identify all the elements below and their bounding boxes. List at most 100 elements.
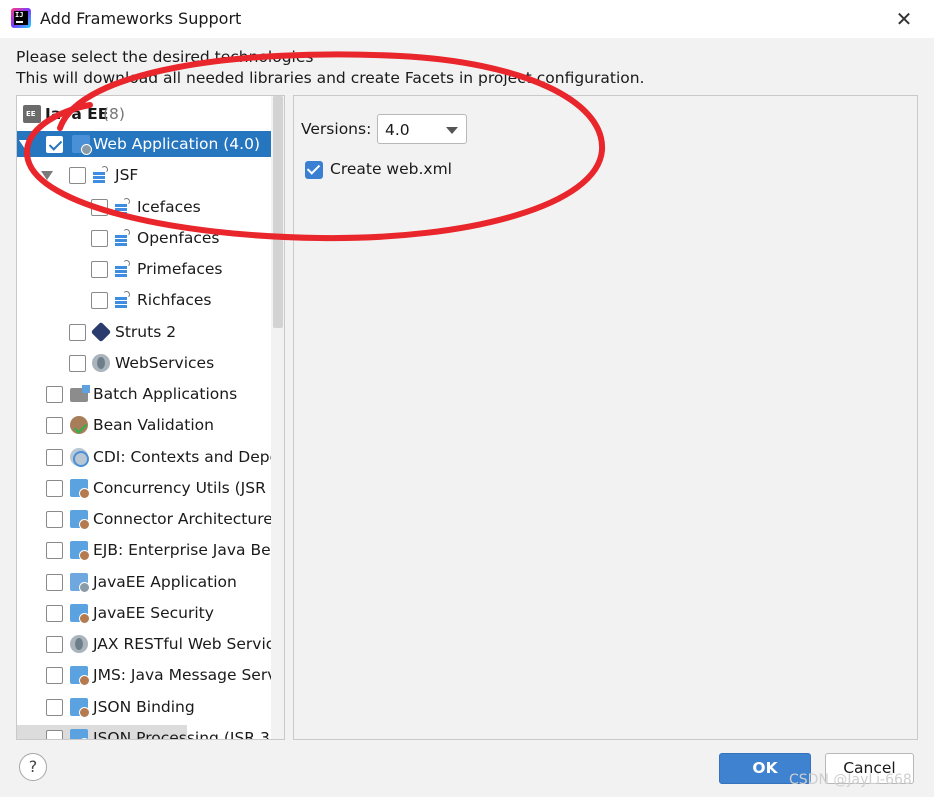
window-title: Add Frameworks Support — [40, 9, 242, 28]
tree-item-json-binding[interactable]: JSON Binding — [17, 694, 271, 720]
richfaces-checkbox[interactable] — [91, 292, 108, 309]
globe-icon — [70, 635, 88, 653]
close-icon[interactable]: ✕ — [893, 8, 915, 30]
javaee-module-icon — [70, 510, 90, 530]
tree-item-json-processing[interactable]: JSON Processing (JSR 353) — [17, 725, 284, 739]
tree-root-java-ee[interactable]: Java EE (8) — [17, 101, 271, 127]
tree-item-jax-restful[interactable]: JAX RESTful Web Services — [17, 631, 284, 657]
globe-icon — [92, 354, 110, 372]
tree-item-jms[interactable]: JMS: Java Message Service — [17, 662, 284, 688]
tree-item-concurrency-utils[interactable]: Concurrency Utils (JSR 236 — [17, 475, 284, 501]
options-panel — [293, 95, 918, 740]
tree-item-richfaces[interactable]: Richfaces — [17, 287, 271, 313]
tree-item-label: JAX RESTful Web Services — [93, 635, 285, 653]
json-processing-checkbox[interactable] — [46, 730, 63, 739]
versions-value: 4.0 — [385, 121, 410, 139]
tree-item-label: Batch Applications — [93, 385, 238, 403]
icefaces-checkbox[interactable] — [91, 199, 108, 216]
tree-item-web-application[interactable]: Web Application (4.0) — [17, 131, 271, 157]
jms-checkbox[interactable] — [46, 667, 63, 684]
tree-item-struts-2[interactable]: Struts 2 — [17, 319, 271, 345]
chevron-down-icon[interactable] — [41, 171, 53, 180]
tree-item-label: EJB: Enterprise Java Beans — [93, 541, 285, 559]
cdi-icon — [70, 448, 89, 467]
struts-icon — [90, 321, 112, 343]
tree-item-primefaces[interactable]: Primefaces — [17, 256, 271, 282]
struts-2-checkbox[interactable] — [69, 324, 86, 341]
tree-item-openfaces[interactable]: Openfaces — [17, 225, 271, 251]
title-bar: IJ Add Frameworks Support ✕ — [0, 0, 934, 38]
jsf-icon — [114, 291, 132, 309]
tree-item-bean-validation[interactable]: Bean Validation — [17, 412, 271, 438]
tree-root-count: (8) — [103, 105, 125, 123]
jsf-icon — [114, 229, 132, 247]
bean-validation-checkbox[interactable] — [46, 417, 63, 434]
tree-item-label: JavaEE Application — [93, 573, 237, 591]
tree-item-javaee-application[interactable]: JavaEE Application — [17, 569, 271, 595]
jsf-checkbox[interactable] — [69, 167, 86, 184]
jsf-icon — [114, 260, 132, 278]
frameworks-tree[interactable]: Java EE (8) Web Application (4.0) JSF Ic… — [16, 95, 285, 740]
description-line-1: Please select the desired technologies — [16, 48, 314, 66]
openfaces-checkbox[interactable] — [91, 230, 108, 247]
javaee-module-icon — [70, 729, 90, 739]
tree-item-label: JavaEE Security — [93, 604, 214, 622]
tree-item-label: Bean Validation — [93, 416, 214, 434]
tree-item-icefaces[interactable]: Icefaces — [17, 194, 271, 220]
primefaces-checkbox[interactable] — [91, 261, 108, 278]
tree-root-label: Java EE — [45, 105, 109, 123]
javaee-module-icon — [70, 479, 90, 499]
json-binding-checkbox[interactable] — [46, 699, 63, 716]
chevron-down-icon[interactable] — [19, 140, 31, 149]
tree-item-label: Richfaces — [137, 291, 212, 309]
jsf-icon — [92, 166, 110, 184]
concurrency-utils-checkbox[interactable] — [46, 480, 63, 497]
tree-item-label: Openfaces — [137, 229, 220, 247]
tree-item-label: JSF — [115, 166, 139, 184]
tree-scrollbar-thumb[interactable] — [273, 96, 283, 328]
watermark: CSDN @JayLi-668 — [789, 772, 912, 788]
tree-item-label: Connector Architecture (JS — [93, 510, 285, 528]
cdi-checkbox[interactable] — [46, 449, 63, 466]
help-button[interactable]: ? — [19, 753, 47, 781]
jax-restful-checkbox[interactable] — [46, 636, 63, 653]
create-webxml-label[interactable]: Create web.xml — [330, 160, 452, 178]
java-ee-icon — [23, 105, 41, 123]
folder-icon — [70, 385, 90, 402]
tree-item-batch-applications[interactable]: Batch Applications — [17, 381, 271, 407]
intellij-app-icon: IJ — [11, 8, 31, 28]
tree-item-label: CDI: Contexts and Depend — [93, 448, 285, 466]
ejb-checkbox[interactable] — [46, 542, 63, 559]
connector-architecture-checkbox[interactable] — [46, 511, 63, 528]
tree-item-webservices[interactable]: WebServices — [17, 350, 271, 376]
tree-item-javaee-security[interactable]: JavaEE Security — [17, 600, 271, 626]
javaee-module-icon — [70, 604, 90, 624]
create-webxml-checkbox[interactable] — [305, 161, 323, 179]
tree-item-label: JSON Processing (JSR 353) — [93, 729, 285, 740]
tree-item-label: Web Application (4.0) — [93, 135, 260, 153]
tree-item-label: Struts 2 — [115, 323, 177, 341]
tree-item-label: JMS: Java Message Service — [93, 666, 285, 684]
javaee-module-icon — [70, 541, 90, 561]
tree-item-ejb[interactable]: EJB: Enterprise Java Beans — [17, 537, 284, 563]
description-line-2: This will download all needed libraries … — [16, 69, 645, 87]
tree-item-label: Primefaces — [137, 260, 223, 278]
javaee-module-icon — [70, 698, 90, 718]
javaee-security-checkbox[interactable] — [46, 605, 63, 622]
javaee-application-checkbox[interactable] — [46, 574, 63, 591]
web-application-icon — [72, 135, 92, 155]
versions-label: Versions: — [301, 120, 372, 138]
batch-applications-checkbox[interactable] — [46, 386, 63, 403]
tree-item-connector-architecture[interactable]: Connector Architecture (JS — [17, 506, 284, 532]
tree-item-jsf[interactable]: JSF — [17, 162, 271, 188]
versions-dropdown[interactable]: 4.0 — [377, 114, 467, 144]
tree-item-label: JSON Binding — [93, 698, 195, 716]
bean-validation-icon — [70, 416, 88, 434]
webservices-checkbox[interactable] — [69, 355, 86, 372]
chevron-down-icon — [446, 127, 458, 134]
tree-item-label: Concurrency Utils (JSR 236 — [93, 479, 285, 497]
tree-item-label: WebServices — [115, 354, 215, 372]
web-application-checkbox[interactable] — [46, 136, 63, 153]
tree-item-label: Icefaces — [137, 198, 201, 216]
tree-item-cdi[interactable]: CDI: Contexts and Depend — [17, 444, 284, 470]
